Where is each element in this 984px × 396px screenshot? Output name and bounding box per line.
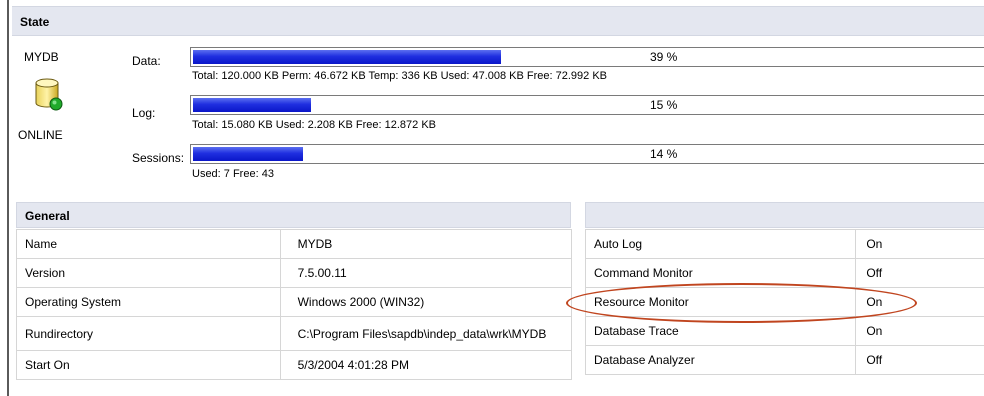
general-key: Start On xyxy=(16,350,281,380)
data-usage-bar: 39 % xyxy=(190,47,984,67)
state-title: State xyxy=(20,15,50,29)
monitor-key: Database Analyzer xyxy=(584,345,857,375)
table-row: Auto Log On xyxy=(584,229,984,259)
monitor-value: On xyxy=(855,287,984,317)
database-status: ONLINE xyxy=(18,128,63,142)
general-value: Windows 2000 (WIN32) xyxy=(279,287,573,317)
log-usage-detail: Total: 15.080 KB Used: 2.208 KB Free: 12… xyxy=(192,119,436,131)
monitor-key: Auto Log xyxy=(584,229,857,259)
table-row: Rundirectory C:\Program Files\sapdb\inde… xyxy=(16,316,573,351)
log-usage-bar: 15 % xyxy=(190,95,984,115)
general-key: Version xyxy=(16,258,281,288)
general-value: C:\Program Files\sapdb\indep_data\wrk\MY… xyxy=(279,316,573,351)
monitor-key: Command Monitor xyxy=(584,258,857,288)
data-usage-detail: Total: 120.000 KB Perm: 46.672 KB Temp: … xyxy=(192,70,607,82)
data-usage-percent: 39 % xyxy=(650,50,678,64)
table-row: Resource Monitor On xyxy=(584,287,984,317)
table-row: Version 7.5.00.11 xyxy=(16,258,573,288)
general-key: Rundirectory xyxy=(16,316,281,351)
monitor-value: Off xyxy=(855,258,984,288)
sessions-usage-percent: 14 % xyxy=(650,147,678,161)
sessions-label: Sessions: xyxy=(132,151,185,165)
general-key: Operating System xyxy=(16,287,281,317)
general-panel-header: General xyxy=(16,202,571,228)
monitor-value: On xyxy=(855,229,984,259)
left-border xyxy=(7,0,9,396)
monitors-panel-header xyxy=(585,202,984,228)
monitor-key: Resource Monitor xyxy=(584,287,857,317)
table-row: Database Analyzer Off xyxy=(584,345,984,375)
data-usage-fill xyxy=(193,50,501,64)
general-value: MYDB xyxy=(279,229,573,259)
log-usage-fill xyxy=(193,98,311,112)
table-row: Database Trace On xyxy=(584,316,984,346)
log-label: Log: xyxy=(132,106,156,120)
sessions-usage-detail: Used: 7 Free: 43 xyxy=(192,168,274,180)
table-row: Name MYDB xyxy=(16,229,573,259)
table-row: Command Monitor Off xyxy=(584,258,984,288)
general-value: 5/3/2004 4:01:28 PM xyxy=(279,350,573,380)
data-label: Data: xyxy=(132,54,161,68)
table-row: Start On 5/3/2004 4:01:28 PM xyxy=(16,350,573,380)
monitors-table: Auto Log On Command Monitor Off Resource… xyxy=(584,229,984,375)
monitor-key: Database Trace xyxy=(584,316,857,346)
database-name: MYDB xyxy=(24,50,59,64)
general-key: Name xyxy=(16,229,281,259)
monitor-value: Off xyxy=(855,345,984,375)
log-usage-percent: 15 % xyxy=(650,98,678,112)
sessions-usage-fill xyxy=(193,147,303,161)
table-row: Operating System Windows 2000 (WIN32) xyxy=(16,287,573,317)
general-title: General xyxy=(25,209,70,223)
state-panel-header: State xyxy=(12,6,984,36)
database-online-icon xyxy=(34,77,64,114)
sessions-usage-bar: 14 % xyxy=(190,144,984,164)
general-table: Name MYDB Version 7.5.00.11 Operating Sy… xyxy=(16,229,573,380)
general-value: 7.5.00.11 xyxy=(279,258,573,288)
monitor-value: On xyxy=(855,316,984,346)
